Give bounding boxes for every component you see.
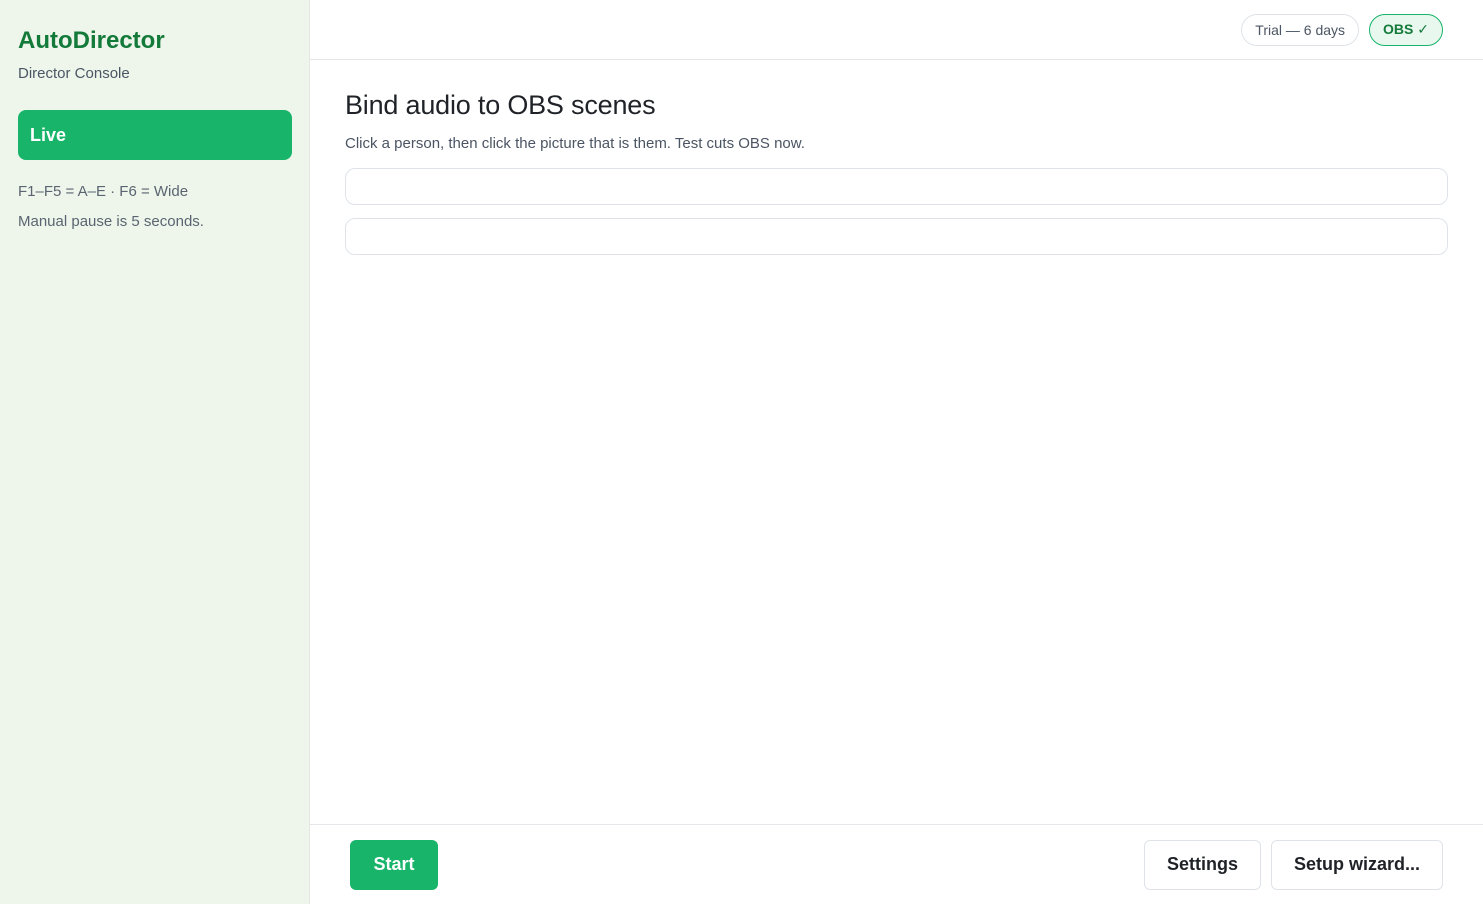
settings-button[interactable]: Settings [1143, 839, 1261, 890]
app-subtitle: Director Console [18, 65, 130, 82]
setup-wizard-button[interactable]: Setup wizard... [1270, 839, 1443, 890]
app-name: AutoDirector [18, 27, 165, 54]
trial-badge: Trial — 6 days [1241, 13, 1360, 46]
main-panel: Trial — 6 days OBS ✓ Bind audio to OBS s… [310, 0, 1483, 904]
hotkey-hint: F1–F5 = A–E · F6 = Wide [18, 183, 189, 200]
binding-row[interactable] [345, 168, 1448, 205]
page-title: Bind audio to OBS scenes [345, 90, 656, 120]
footer-bar: Start Settings Setup wizard... [310, 824, 1483, 904]
top-bar: Trial — 6 days OBS ✓ [310, 0, 1483, 60]
app-window: AutoDirector Director Console Live F1–F5… [0, 0, 1483, 904]
obs-status-badge[interactable]: OBS ✓ [1369, 13, 1443, 46]
binding-row[interactable] [345, 218, 1448, 255]
sidebar-item-label: Live [30, 124, 67, 145]
pause-hint: Manual pause is 5 seconds. [18, 213, 204, 230]
page-subtitle: Click a person, then click the picture t… [345, 135, 805, 152]
footer-actions: Settings Setup wizard... [1143, 839, 1443, 890]
sidebar: AutoDirector Director Console Live F1–F5… [0, 0, 310, 904]
sidebar-item-live[interactable]: Live [18, 110, 292, 160]
start-button[interactable]: Start [350, 839, 438, 890]
content-area: Bind audio to OBS scenes Click a person,… [310, 60, 1483, 255]
